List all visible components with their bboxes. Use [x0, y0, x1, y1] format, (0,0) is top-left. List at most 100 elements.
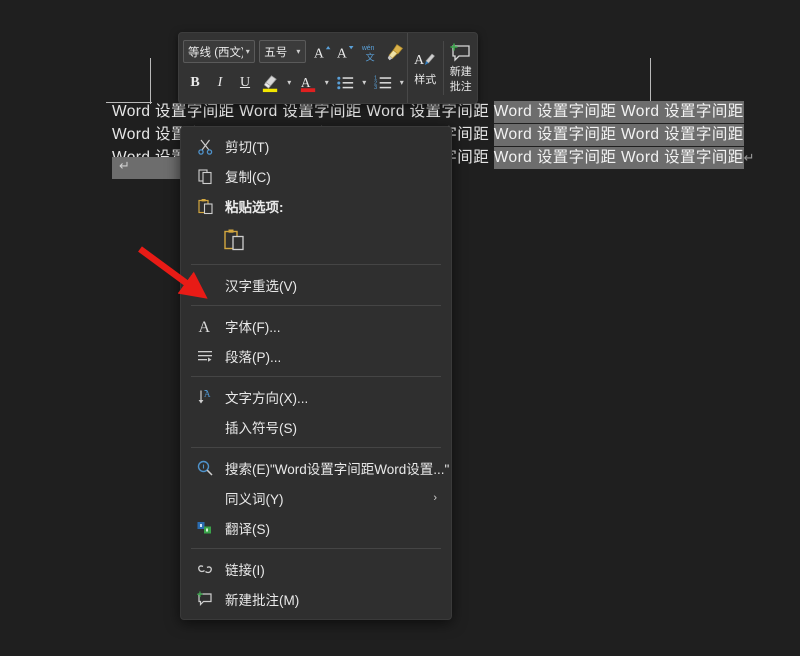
svg-text:3: 3 — [373, 85, 376, 91]
menu-item-label: 段落(P)... — [225, 350, 282, 365]
menu-separator — [191, 548, 441, 549]
menu-item-label: 文字方向(X)... — [225, 391, 309, 406]
font-color-icon: A — [300, 74, 315, 92]
svg-text:wén: wén — [360, 45, 374, 52]
menu-item-label: 粘贴选项: — [225, 200, 284, 215]
paragraph-mark-icon: ↵ — [119, 158, 130, 173]
menu-item-text-direction[interactable]: A 文字方向(X)... — [181, 382, 451, 412]
menu-item-search[interactable]: 搜索(E)"Word设置字间距Word设置..." — [181, 453, 451, 483]
text-highlight-color-button[interactable] — [258, 70, 283, 96]
copy-icon — [191, 168, 219, 185]
menu-item-font[interactable]: A 字体(F)... — [181, 311, 451, 341]
document-line-selected-text: Word 设置字间距 Word 设置字间距 — [493, 124, 744, 146]
menu-separator — [191, 376, 441, 377]
menu-item-reselect-hanzi[interactable]: 汉字重选(V) — [181, 270, 451, 300]
menu-separator — [191, 447, 441, 448]
context-menu[interactable]: 剪切(T) 复制(C) 粘贴选项: 汉字重选(V) A 字体(F)... 段落(… — [180, 126, 452, 620]
paste-options-gallery[interactable] — [181, 221, 451, 259]
grow-font-icon: A — [314, 45, 331, 60]
menu-item-label: 复制(C) — [225, 170, 271, 185]
document-line-selected-text: Word 设置字间距 Word 设置字间距 — [493, 147, 744, 169]
paste-keep-source-formatting-button[interactable] — [221, 227, 247, 253]
page-margin-mark-top-right — [648, 58, 696, 104]
menu-item-label: 插入符号(S) — [225, 421, 297, 436]
paste-icon — [191, 198, 219, 215]
menu-item-label: 剪切(T) — [225, 140, 270, 155]
numbering-button[interactable]: 1 2 3 — [371, 70, 396, 96]
new-comment-icon — [191, 590, 219, 608]
translate-icon — [191, 519, 219, 537]
styles-label: 样式 — [414, 73, 437, 86]
mini-toolbar-row-2: B I U ▾ A ▾ ▾ 1 2 3 ▾ — [183, 67, 407, 98]
menu-item-label: 同义词(Y) — [225, 492, 284, 507]
svg-text:A: A — [414, 53, 425, 68]
document-line-selected-text: Word 设置字间距 Word 设置字间距 — [493, 101, 744, 123]
bullets-button[interactable] — [333, 70, 358, 96]
menu-item-copy[interactable]: 复制(C) — [181, 161, 451, 191]
font-name-combobox[interactable]: 等线 (西文) ▾ — [183, 40, 256, 63]
format-painter-button[interactable] — [383, 39, 407, 65]
menu-item-synonyms[interactable]: 同义词(Y) › — [181, 483, 451, 513]
chevron-down-icon[interactable]: ▾ — [359, 78, 370, 87]
document-end-paragraph-block: ↵ — [112, 157, 180, 179]
menu-item-link[interactable]: 链接(I) — [181, 554, 451, 584]
highlighter-icon — [262, 74, 278, 92]
mini-toolbar-main-group: 等线 (西文) ▾ 五号 ▾ A A wén 文 B I U ▾ A ▾ ▾ 1… — [179, 33, 407, 103]
menu-separator — [191, 264, 441, 265]
menu-item-insert-symbol[interactable]: 插入符号(S) — [181, 412, 451, 442]
new-comment-icon — [450, 43, 470, 62]
cut-icon — [191, 138, 219, 155]
phonetic-guide-icon: wén 文 — [360, 45, 374, 62]
chevron-down-icon[interactable]: ▾ — [284, 78, 295, 87]
menu-item-cut[interactable]: 剪切(T) — [181, 131, 451, 161]
screenshot-root: Word 设置字间距 Word 设置字间距 Word 设置字间距 Word 设置… — [0, 0, 800, 656]
page-margin-mark-top-left — [106, 58, 152, 104]
chevron-down-icon[interactable]: ▾ — [322, 78, 333, 87]
font-icon: A — [191, 317, 219, 335]
phonetic-guide-button[interactable]: wén 文 — [358, 39, 382, 65]
mini-toolbar-right-group: A 样式 新建 批注 — [407, 33, 478, 103]
svg-text:A: A — [337, 45, 347, 60]
chevron-down-icon[interactable]: ▾ — [294, 47, 303, 56]
shrink-font-button[interactable]: A — [334, 39, 356, 65]
menu-item-label: 链接(I) — [225, 563, 265, 578]
paste-keep-source-formatting-icon — [224, 229, 244, 251]
chevron-down-icon[interactable]: ▾ — [397, 78, 408, 87]
grow-font-button[interactable]: A — [311, 39, 333, 65]
mini-format-toolbar[interactable]: 等线 (西文) ▾ 五号 ▾ A A wén 文 B I U ▾ A ▾ ▾ 1… — [178, 32, 478, 104]
menu-item-label: 搜索(E)"Word设置字间距Word设置..." — [225, 462, 450, 477]
chevron-right-icon: › — [433, 492, 437, 504]
italic-label: I — [217, 74, 223, 90]
paragraph-icon — [191, 347, 219, 365]
menu-item-paste-options: 粘贴选项: — [181, 191, 451, 221]
styles-button[interactable]: A 样式 — [408, 33, 443, 103]
font-size-value: 五号 — [264, 46, 288, 59]
paragraph-mark-icon: ↵ — [743, 150, 755, 165]
menu-separator — [191, 305, 441, 306]
shrink-font-icon: A — [337, 45, 354, 60]
svg-text:A: A — [314, 45, 324, 60]
format-painter-icon — [387, 43, 403, 60]
underline-button[interactable]: U — [233, 70, 257, 96]
font-size-combobox[interactable]: 五号 ▾ — [259, 40, 306, 63]
bullet-list-icon — [337, 76, 354, 89]
bold-label: B — [190, 74, 200, 90]
document-line-text: Word 设置字间距 Word 设置字间距 Word 设置字间距 — [112, 103, 494, 120]
new-comment-button[interactable]: 新建 批注 — [443, 33, 478, 103]
underline-label: U — [239, 74, 251, 90]
link-icon — [191, 560, 219, 578]
styles-icon: A — [414, 53, 436, 68]
menu-item-paragraph[interactable]: 段落(P)... — [181, 341, 451, 371]
svg-text:文: 文 — [365, 51, 374, 62]
menu-item-new-comment[interactable]: 新建批注(M) — [181, 584, 451, 614]
menu-item-translate[interactable]: 翻译(S) — [181, 513, 451, 543]
chevron-down-icon[interactable]: ▾ — [243, 47, 252, 56]
bold-button[interactable]: B — [183, 70, 207, 96]
menu-item-label: 汉字重选(V) — [225, 279, 297, 294]
search-icon — [191, 459, 219, 477]
new-comment-label-line1: 新建 — [449, 66, 472, 78]
italic-button[interactable]: I — [208, 70, 232, 96]
mini-toolbar-row-1: 等线 (西文) ▾ 五号 ▾ A A wén 文 — [183, 36, 407, 67]
font-color-button[interactable]: A — [296, 70, 321, 96]
font-name-value: 等线 (西文) — [188, 46, 244, 59]
